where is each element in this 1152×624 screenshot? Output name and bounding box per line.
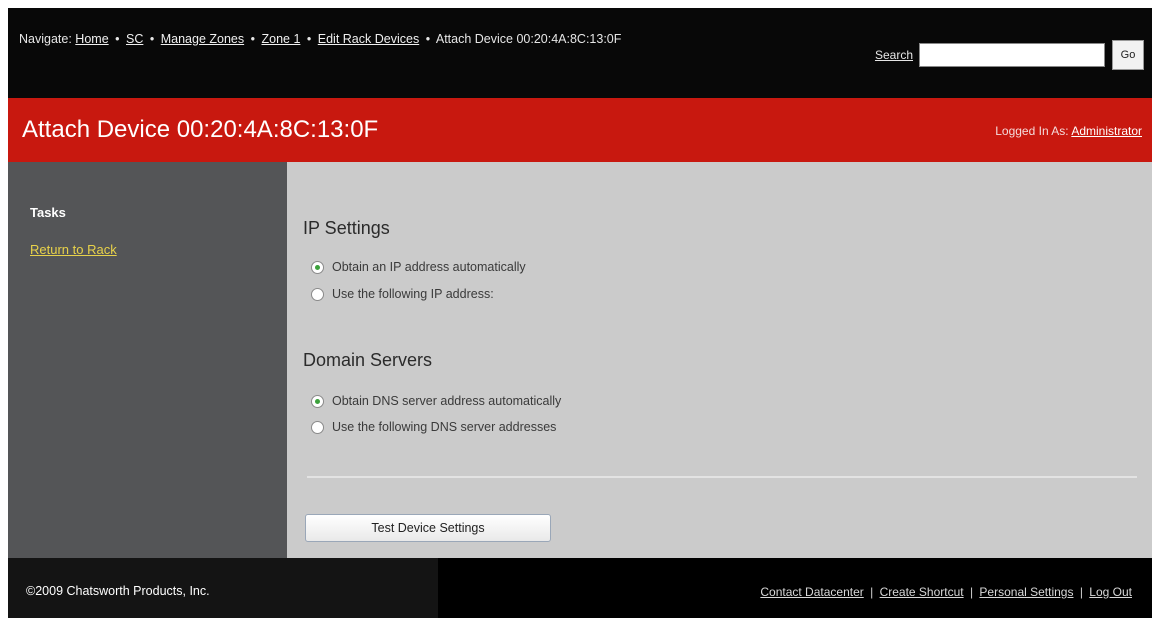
main-content: IP Settings Obtain an IP address automat…	[287, 162, 1152, 558]
ip-manual-option[interactable]: Use the following IP address:	[311, 287, 494, 301]
breadcrumb-separator: •	[115, 32, 120, 46]
section-divider	[307, 476, 1137, 478]
user-link[interactable]: Administrator	[1071, 124, 1142, 138]
top-nav-bar: Navigate: Home • SC • Manage Zones • Zon…	[8, 8, 1152, 98]
breadcrumb-zone-1[interactable]: Zone 1	[261, 32, 300, 46]
sidebar: Tasks Return to Rack	[8, 162, 287, 558]
search-link[interactable]: Search	[875, 48, 913, 62]
breadcrumb-manage-zones[interactable]: Manage Zones	[161, 32, 244, 46]
personal-settings-link[interactable]: Personal Settings	[979, 585, 1073, 599]
ip-manual-radio[interactable]	[311, 287, 324, 301]
create-shortcut-link[interactable]: Create Shortcut	[880, 585, 964, 599]
breadcrumb-separator: •	[306, 32, 312, 46]
dns-manual-label: Use the following DNS server addresses	[332, 420, 557, 434]
breadcrumb-home[interactable]: Home	[75, 32, 108, 46]
page-title: Attach Device 00:20:4A:8C:13:0F	[22, 116, 379, 143]
copyright-panel: ©2009 Chatsworth Products, Inc.	[8, 558, 438, 618]
ip-auto-radio[interactable]	[311, 260, 324, 274]
search-area: Search Go	[875, 40, 1144, 70]
logged-in-label: Logged In As:	[995, 124, 1069, 138]
breadcrumb-edit-rack-devices[interactable]: Edit Rack Devices	[318, 32, 419, 46]
search-input[interactable]	[919, 43, 1105, 67]
dns-manual-radio[interactable]	[311, 420, 324, 434]
breadcrumb-current: Attach Device 00:20:4A:8C:13:0F	[435, 32, 622, 46]
ip-auto-label: Obtain an IP address automatically	[332, 260, 526, 274]
app-frame: Navigate: Home • SC • Manage Zones • Zon…	[8, 8, 1152, 618]
ip-auto-option[interactable]: Obtain an IP address automatically	[311, 260, 526, 274]
logged-in-status: Logged In As: Administrator	[995, 124, 1142, 138]
test-device-settings-button[interactable]: Test Device Settings	[305, 514, 551, 542]
breadcrumb-separator: •	[149, 32, 155, 46]
breadcrumb-sc[interactable]: SC	[126, 32, 143, 46]
tasks-heading: Tasks	[30, 205, 66, 220]
contact-datacenter-link[interactable]: Contact Datacenter	[760, 585, 863, 599]
footer-divider: |	[870, 585, 874, 599]
ip-settings-title: IP Settings	[303, 218, 390, 238]
dns-auto-label: Obtain DNS server address automatically	[332, 394, 562, 408]
footer: ©2009 Chatsworth Products, Inc. Contact …	[8, 558, 1152, 618]
breadcrumb: Navigate: Home • SC • Manage Zones • Zon…	[19, 28, 759, 50]
title-bar: Attach Device 00:20:4A:8C:13:0F Logged I…	[8, 98, 1152, 162]
breadcrumb-separator: •	[425, 32, 431, 46]
dns-auto-option[interactable]: Obtain DNS server address automatically	[311, 394, 561, 408]
dns-auto-radio[interactable]	[311, 394, 324, 408]
go-button[interactable]: Go	[1112, 40, 1144, 70]
domain-servers-title: Domain Servers	[303, 350, 433, 370]
ip-manual-label: Use the following IP address:	[332, 287, 494, 301]
dns-manual-option[interactable]: Use the following DNS server addresses	[311, 420, 556, 434]
copyright-text: ©2009 Chatsworth Products, Inc.	[26, 584, 210, 598]
footer-divider: |	[1079, 585, 1083, 599]
breadcrumb-prefix: Navigate:	[19, 32, 72, 46]
footer-divider: |	[969, 585, 974, 599]
breadcrumb-separator: •	[250, 32, 255, 46]
log-out-link[interactable]: Log Out	[1089, 585, 1132, 599]
sidebar-item-return-to-rack[interactable]: Return to Rack	[30, 242, 117, 257]
footer-links: Contact Datacenter | Create Shortcut | P…	[760, 585, 1132, 599]
